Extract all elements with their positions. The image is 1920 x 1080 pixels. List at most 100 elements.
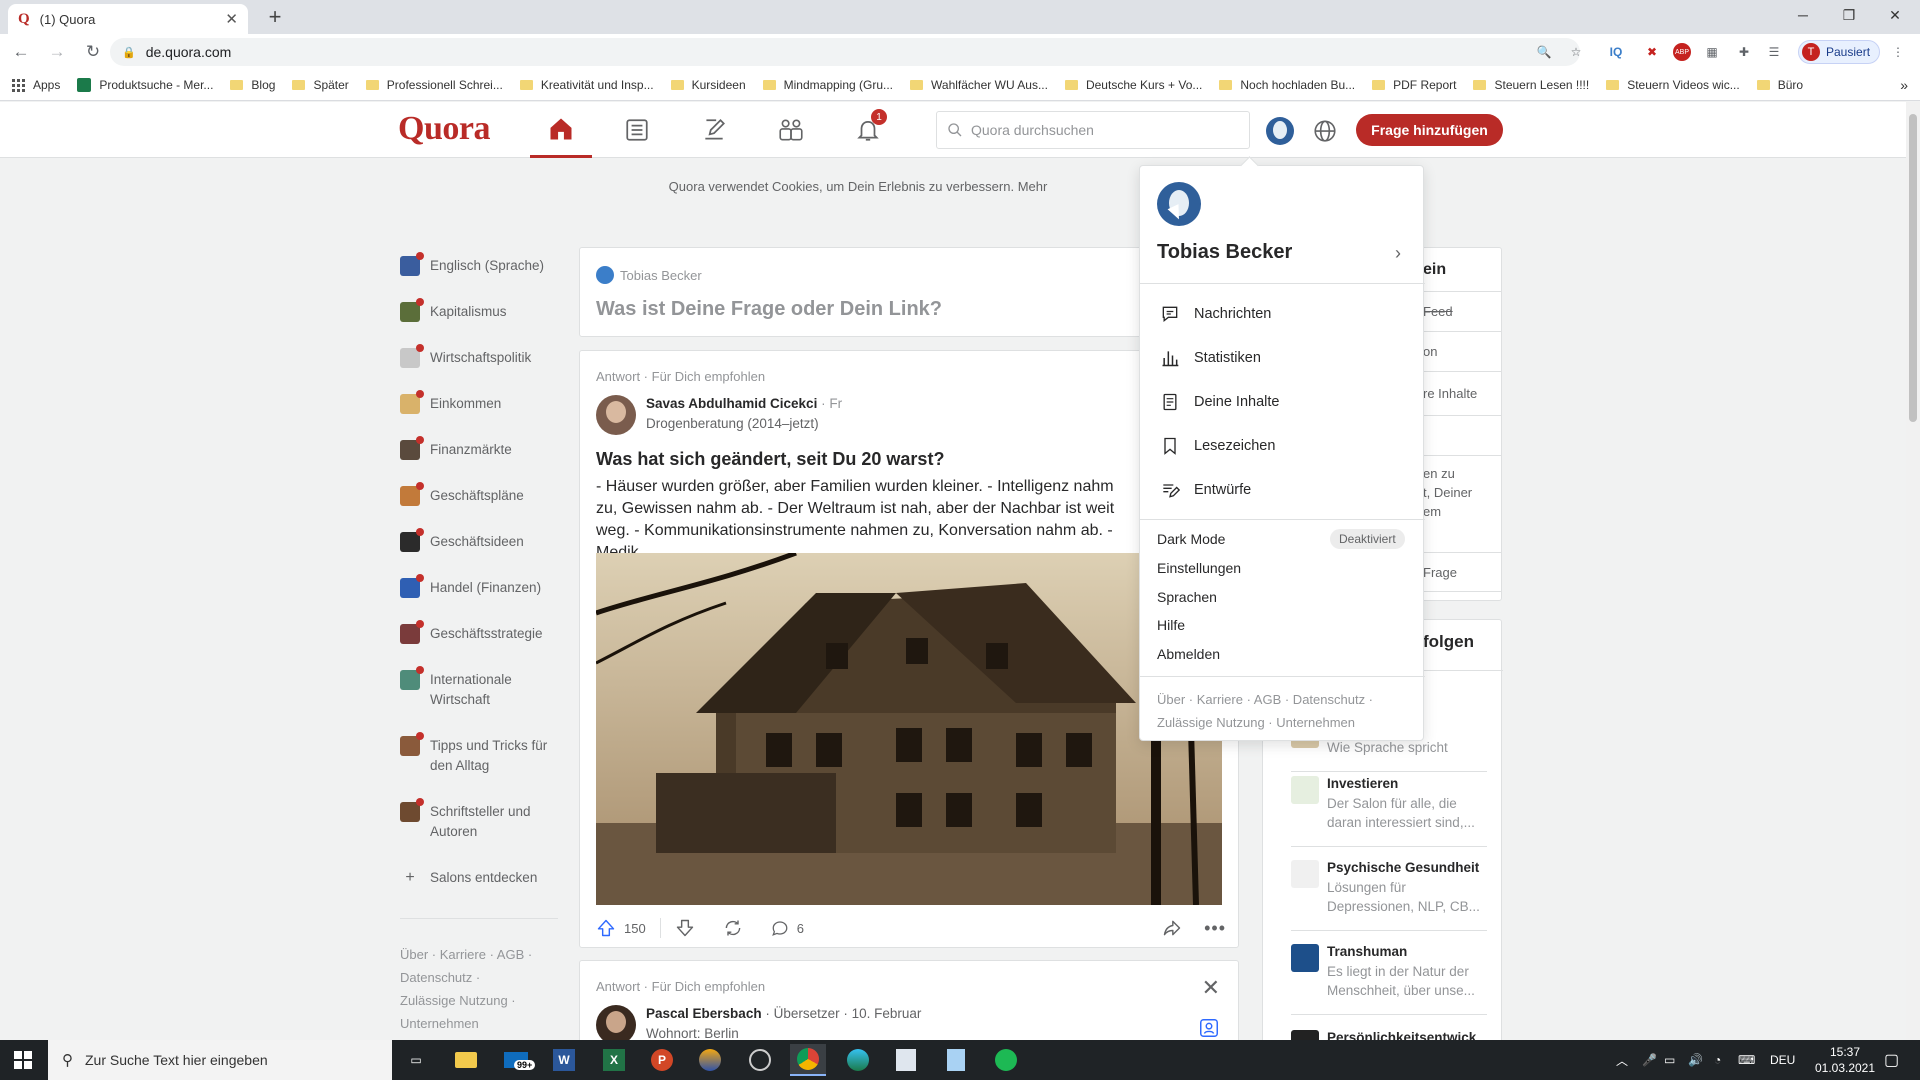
upvote-button[interactable]: 150 [596, 918, 646, 938]
bookmark-item[interactable]: Blog [230, 78, 275, 92]
spaces-nav[interactable] [760, 102, 822, 158]
cookie-more-link[interactable]: Mehr [1018, 179, 1048, 194]
suggested-space[interactable]: Psychische Gesundheit Lösungen für Depres… [1291, 860, 1487, 931]
profile-button[interactable]: T Pausiert [1798, 40, 1880, 64]
dismiss-icon[interactable]: ✕ [1202, 975, 1220, 1001]
space-item[interactable]: Internationale Wirtschaft [400, 666, 558, 714]
reading-list-icon[interactable]: ☰ [1762, 42, 1786, 62]
space-item[interactable]: Finanzmärkte [400, 436, 558, 464]
dark-mode-label[interactable]: Dark Mode [1157, 531, 1225, 547]
action-center-icon[interactable]: ▢ [1884, 1040, 1899, 1080]
menu-item-stats[interactable]: Statistiken [1160, 348, 1261, 368]
new-tab-button[interactable]: + [262, 4, 288, 30]
space-item[interactable]: Kapitalismus [400, 298, 558, 326]
answer-text[interactable]: - Häuser wurden größer, aber Familien wu… [596, 476, 1126, 564]
app-icon[interactable] [888, 1044, 924, 1076]
space-item[interactable]: Englisch (Sprache) [400, 252, 558, 280]
microphone-icon[interactable]: 🎤 [1642, 1040, 1657, 1080]
menu-link-languages[interactable]: Sprachen [1157, 589, 1217, 605]
minimize-icon[interactable]: ─ [1780, 0, 1826, 30]
notepad-icon[interactable] [938, 1044, 974, 1076]
spotify-icon[interactable] [988, 1044, 1024, 1076]
close-tab-icon[interactable]: ✕ [225, 10, 238, 28]
space-item[interactable]: Geschäftsstrategie [400, 620, 558, 648]
bookmark-item[interactable]: Büro [1756, 78, 1803, 92]
bookmark-item[interactable]: Wahlfächer WU Aus... [910, 78, 1048, 92]
footer-line[interactable]: Über · Karriere · AGB · Datenschutz · [1157, 688, 1373, 711]
following-nav[interactable] [606, 102, 668, 158]
downvote-button[interactable] [675, 918, 695, 938]
notifications-nav[interactable]: 1 [837, 102, 899, 158]
bookmark-item[interactable]: Professionell Schrei... [365, 78, 503, 92]
language-nav[interactable] [1312, 118, 1338, 144]
menu-link-settings[interactable]: Einstellungen [1157, 560, 1241, 576]
author-avatar[interactable] [596, 395, 636, 435]
question-title[interactable]: Was hat sich geändert, seit Du 20 warst? [596, 449, 944, 470]
chrome-icon[interactable] [790, 1044, 826, 1076]
chevron-right-icon[interactable]: › [1395, 243, 1401, 264]
quora-logo[interactable]: Quora [398, 110, 490, 148]
edge-icon[interactable] [840, 1044, 876, 1076]
bookmark-item[interactable]: Steuern Lesen !!!! [1473, 78, 1589, 92]
menu-link-logout[interactable]: Abmelden [1157, 646, 1220, 662]
browser-menu-icon[interactable]: ⋮ [1886, 42, 1910, 62]
bookmark-item[interactable]: Kreativität und Insp... [519, 78, 654, 92]
suggested-space[interactable]: Investieren Der Salon für alle, die daran… [1291, 776, 1487, 847]
volume-icon[interactable]: 🔊 [1688, 1040, 1703, 1080]
extension-icon[interactable]: ✖ [1640, 42, 1664, 62]
taskbar-search-input[interactable]: ⚲ Zur Suche Text hier eingeben [48, 1040, 392, 1080]
excel-icon[interactable]: X [596, 1044, 632, 1076]
menu-item-messages[interactable]: Nachrichten [1160, 304, 1271, 324]
page-scrollbar[interactable] [1906, 102, 1920, 1040]
windows-start-icon[interactable] [14, 1051, 32, 1069]
task-view-icon[interactable]: ▭ [398, 1044, 434, 1076]
space-item[interactable]: Handel (Finanzen) [400, 574, 558, 602]
answer-nav[interactable] [683, 102, 745, 158]
footer-line[interactable]: Zulässige Nutzung · [400, 989, 558, 1012]
space-item[interactable]: Schriftsteller und Autoren [400, 798, 558, 846]
ask-placeholder[interactable]: Was ist Deine Frage oder Dein Link? [596, 298, 942, 321]
space-item[interactable]: Wirtschaftspolitik [400, 344, 558, 372]
bookmark-item[interactable]: Noch hochladen Bu... [1219, 78, 1355, 92]
adblock-extension-icon[interactable]: ABP [1670, 42, 1694, 62]
bookmark-item[interactable]: Später [292, 78, 349, 92]
language-indicator[interactable]: DEU [1770, 1040, 1795, 1080]
footer-line[interactable]: Über · Karriere · AGB · [400, 943, 558, 966]
space-item[interactable]: Tipps und Tricks für den Alltag [400, 732, 558, 780]
extensions-puzzle-icon[interactable]: ✚ [1732, 42, 1756, 62]
scrollbar-thumb[interactable] [1909, 114, 1917, 422]
bookmark-item[interactable]: Kursideen [670, 78, 746, 92]
bookmark-star-icon[interactable]: ☆ [1564, 42, 1588, 62]
battery-icon[interactable]: ▭ [1664, 1040, 1675, 1080]
reload-icon[interactable]: ↻ [78, 37, 108, 67]
dropdown-avatar[interactable] [1157, 182, 1201, 226]
iq-extension-icon[interactable]: IQ [1604, 42, 1628, 62]
menu-item-drafts[interactable]: Entwürfe [1160, 480, 1251, 500]
home-nav[interactable] [530, 102, 592, 158]
footer-line[interactable]: Zulässige Nutzung · Unternehmen [1157, 711, 1373, 734]
footer-line[interactable]: Datenschutz · [400, 966, 558, 989]
more-bookmarks-icon[interactable]: » [1900, 77, 1908, 93]
footer-line[interactable]: Unternehmen [400, 1012, 558, 1035]
user-avatar[interactable] [1266, 117, 1294, 145]
dark-mode-status-badge[interactable]: Deaktiviert [1330, 529, 1405, 549]
apps-shortcut[interactable]: Apps [12, 78, 60, 92]
menu-item-content[interactable]: Deine Inhalte [1160, 392, 1279, 412]
bookmark-item[interactable]: Produktsuche - Mer... [77, 78, 213, 92]
powerpoint-icon[interactable]: P [644, 1044, 680, 1076]
answer-image[interactable] [596, 553, 1222, 905]
back-icon[interactable]: ← [6, 37, 36, 67]
word-icon[interactable]: W [546, 1044, 582, 1076]
bookmark-item[interactable]: Deutsche Kurs + Vo... [1064, 78, 1202, 92]
author-name[interactable]: Savas Abdulhamid Cicekci [646, 396, 817, 411]
share-button[interactable] [1162, 918, 1182, 938]
more-options-icon[interactable]: ••• [1204, 918, 1226, 939]
bookmark-item[interactable]: Mindmapping (Gru... [762, 78, 893, 92]
forward-icon[interactable]: → [42, 37, 72, 67]
zoom-icon[interactable]: 🔍 [1532, 42, 1556, 62]
search-input[interactable]: Quora durchsuchen [936, 111, 1250, 149]
browser-tab[interactable]: Q (1) Quora ✕ [8, 4, 248, 34]
discover-spaces-link[interactable]: + Salons entdecken [400, 864, 558, 892]
grid-extension-icon[interactable]: ▦ [1700, 42, 1724, 62]
mail-icon[interactable]: 99+ [498, 1044, 536, 1076]
